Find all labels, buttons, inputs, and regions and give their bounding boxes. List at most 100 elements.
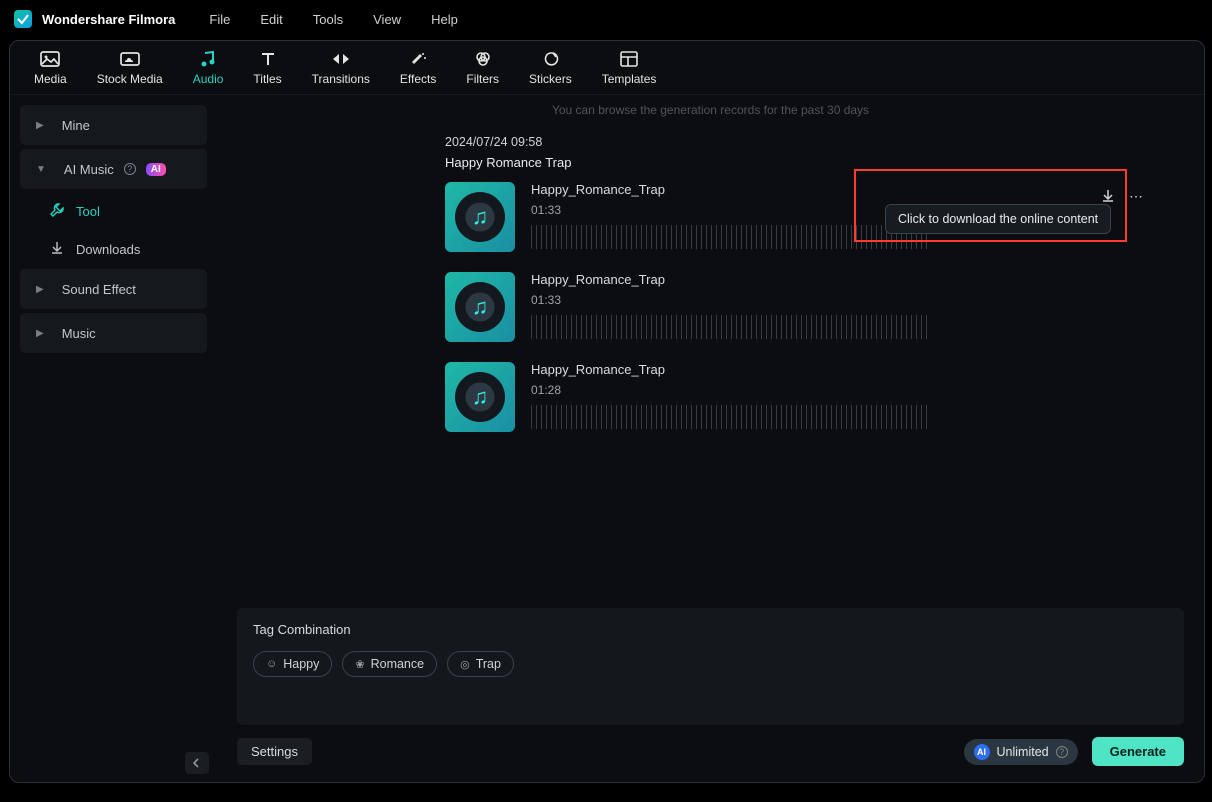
tab-filters[interactable]: Filters (466, 50, 499, 86)
main-panel: You can browse the generation records fo… (217, 95, 1204, 782)
tab-label: Effects (400, 72, 436, 86)
app-title: Wondershare Filmora (42, 12, 175, 27)
tab-label: Audio (193, 72, 224, 86)
track-duration: 01:28 (531, 377, 1144, 397)
chevron-right-icon: ▶ (36, 284, 44, 295)
transition-icon (331, 50, 351, 68)
history-hint: You can browse the generation records fo… (217, 95, 1204, 117)
help-icon[interactable]: ? (124, 163, 136, 175)
tab-effects[interactable]: Effects (400, 50, 436, 86)
sparkle-icon (408, 50, 428, 68)
unlimited-label: Unlimited (997, 745, 1049, 759)
tab-label: Stickers (529, 72, 572, 86)
sidebar-label: Downloads (76, 242, 140, 257)
bottom-area: Tag Combination ☺ Happy ❀ Romance ◎ Trap Se… (237, 608, 1184, 766)
filters-icon (473, 50, 493, 68)
ai-badge: AI (146, 163, 166, 176)
music-note-icon: ♫ (472, 204, 489, 230)
tab-label: Titles (253, 72, 281, 86)
download-tooltip: Click to download the online content (885, 204, 1111, 234)
tab-titles[interactable]: Titles (253, 50, 281, 86)
tag-happy[interactable]: ☺ Happy (253, 651, 332, 677)
track-thumbnail: ♫ (445, 182, 515, 252)
generation-title: Happy Romance Trap (445, 149, 1204, 170)
sidebar-item-sound-effect[interactable]: ▶ Sound Effect (20, 269, 207, 309)
sidebar: ▶ Mine ▼ AI Music ? AI Tool Downloads ▶ … (10, 95, 217, 782)
sidebar-label: Sound Effect (62, 282, 136, 297)
tab-label: Filters (466, 72, 499, 86)
chevron-down-icon: ▼ (36, 164, 46, 175)
image-icon (40, 50, 60, 68)
tab-label: Media (34, 72, 67, 86)
chevron-right-icon: ▶ (36, 120, 44, 131)
genre-icon: ◎ (460, 658, 470, 671)
tab-templates[interactable]: Templates (602, 50, 657, 86)
sidebar-label: Tool (76, 204, 100, 219)
bottom-bar: Settings AI Unlimited ? Generate (237, 725, 1184, 766)
menu-tools[interactable]: Tools (313, 12, 343, 27)
layout-icon (619, 50, 639, 68)
track-duration: 01:33 (531, 287, 1144, 307)
music-note-icon: ♫ (472, 294, 489, 320)
tab-stock-media[interactable]: Stock Media (97, 50, 163, 86)
cloud-icon (120, 50, 140, 68)
menu-file[interactable]: File (209, 12, 230, 27)
menu-edit[interactable]: Edit (260, 12, 282, 27)
tag-label: Trap (476, 657, 501, 671)
help-icon[interactable]: ? (1056, 746, 1068, 758)
menu-help[interactable]: Help (431, 12, 458, 27)
sidebar-sub-tool[interactable]: Tool (20, 193, 207, 229)
settings-button[interactable]: Settings (237, 738, 312, 765)
tab-audio[interactable]: Audio (193, 50, 224, 86)
tag-label: Romance (371, 657, 425, 671)
tab-label: Stock Media (97, 72, 163, 86)
tab-label: Transitions (312, 72, 370, 86)
menu-view[interactable]: View (373, 12, 401, 27)
tag-label: Happy (283, 657, 319, 671)
tag-section-title: Tag Combination (253, 622, 1168, 637)
sidebar-label: Music (62, 326, 96, 341)
tab-media[interactable]: Media (34, 50, 67, 86)
more-button[interactable]: ⋯ (1128, 188, 1144, 204)
music-note-icon (198, 50, 218, 68)
generation-group-header: 2024/07/24 09:58 Happy Romance Trap (217, 117, 1204, 170)
download-button[interactable] (1100, 188, 1116, 204)
track-name: Happy_Romance_Trap (531, 272, 1144, 287)
track-actions: ⋯ (1100, 188, 1144, 204)
track-thumbnail: ♫ (445, 362, 515, 432)
tag-list: ☺ Happy ❀ Romance ◎ Trap (253, 651, 1168, 677)
ai-dot-icon: AI (974, 744, 990, 760)
tag-romance[interactable]: ❀ Romance (342, 651, 437, 677)
download-icon (50, 241, 64, 258)
content-body: ▶ Mine ▼ AI Music ? AI Tool Downloads ▶ … (10, 95, 1204, 782)
tag-combination-panel: Tag Combination ☺ Happy ❀ Romance ◎ Trap (237, 608, 1184, 725)
track-name: Happy_Romance_Trap (531, 362, 1144, 377)
unlimited-badge[interactable]: AI Unlimited ? (964, 739, 1078, 765)
generation-date: 2024/07/24 09:58 (445, 135, 1204, 149)
sidebar-item-music[interactable]: ▶ Music (20, 313, 207, 353)
music-note-icon: ♫ (472, 384, 489, 410)
sidebar-item-ai-music[interactable]: ▼ AI Music ? AI (20, 149, 207, 189)
heart-icon: ❀ (355, 658, 364, 671)
smile-icon: ☺ (266, 658, 277, 670)
tool-icon (50, 203, 64, 220)
waveform (531, 225, 931, 249)
tag-trap[interactable]: ◎ Trap (447, 651, 514, 677)
bottom-right: AI Unlimited ? Generate (964, 737, 1184, 766)
tab-stickers[interactable]: Stickers (529, 50, 572, 86)
tab-transitions[interactable]: Transitions (312, 50, 370, 86)
chevron-right-icon: ▶ (36, 328, 44, 339)
generate-button[interactable]: Generate (1092, 737, 1184, 766)
track-row[interactable]: ♫ Happy_Romance_Trap 01:33 (445, 272, 1204, 342)
sidebar-item-mine[interactable]: ▶ Mine (20, 105, 207, 145)
track-row[interactable]: ♫ Happy_Romance_Trap 01:28 (445, 362, 1204, 432)
sidebar-sub-downloads[interactable]: Downloads (20, 231, 207, 267)
sidebar-label: AI Music (64, 162, 114, 177)
collapse-sidebar-button[interactable] (185, 752, 209, 774)
text-icon (258, 50, 278, 68)
tab-label: Templates (602, 72, 657, 86)
sticker-icon (540, 50, 560, 68)
workspace-frame: Media Stock Media Audio Titles Transitio… (9, 40, 1205, 783)
track-name: Happy_Romance_Trap (531, 182, 1144, 197)
menu: File Edit Tools View Help (209, 12, 457, 27)
